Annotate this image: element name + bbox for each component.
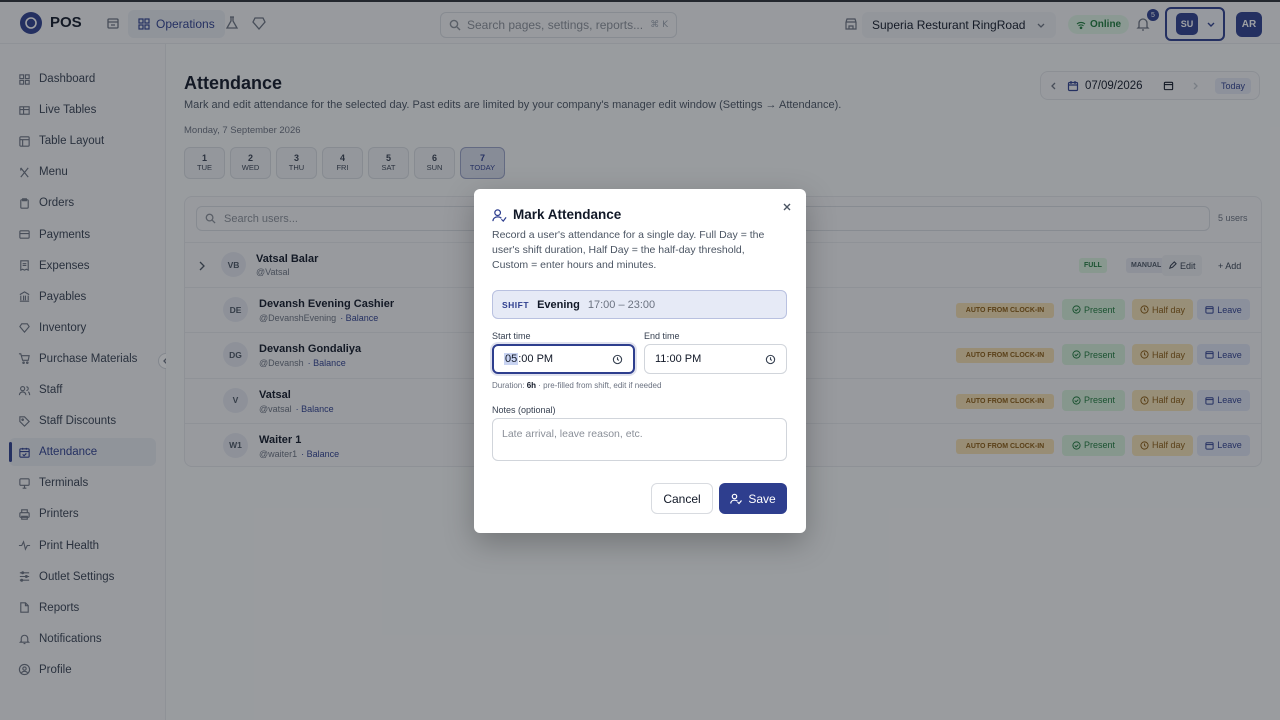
cancel-button[interactable]: Cancel [651, 483, 713, 514]
duration-value: 6h [526, 381, 537, 390]
start-time-hour[interactable]: 05 [504, 353, 519, 365]
start-time-input[interactable]: 05:00 PM [492, 344, 635, 374]
dialog-title: Mark Attendance [513, 207, 622, 222]
dialog-description: Record a user's attendance for a single … [492, 229, 765, 271]
shift-info: SHIFT Evening 17:00 – 23:00 [492, 290, 787, 319]
start-time-rest[interactable]: :00 PM [518, 353, 553, 365]
user-check-icon [730, 493, 743, 504]
clock-icon[interactable] [612, 354, 623, 365]
start-time-label: Start time [492, 331, 531, 341]
duration-suffix: · pre-filled from shift, edit if needed [538, 381, 662, 390]
notes-textarea[interactable]: Late arrival, leave reason, etc. [492, 418, 787, 461]
shift-name: Evening [537, 298, 580, 311]
mark-attendance-dialog: Mark Attendance Record a user's attendan… [474, 189, 806, 533]
save-label: Save [748, 491, 776, 506]
end-time-label: End time [644, 331, 680, 341]
end-time-value[interactable]: 11:00 PM [655, 353, 701, 365]
duration-hint: Duration: 6h · pre-filled from shift, ed… [492, 381, 661, 390]
notes-label: Notes (optional) [492, 405, 556, 415]
duration-prefix: Duration: [492, 381, 525, 390]
shift-time: 17:00 – 23:00 [587, 298, 656, 311]
end-time-input[interactable]: 11:00 PM [644, 344, 787, 374]
notes-placeholder: Late arrival, leave reason, etc. [502, 428, 643, 440]
user-check-icon [492, 208, 507, 223]
save-button[interactable]: Save [719, 483, 787, 514]
shift-tag: SHIFT [502, 299, 530, 310]
clock-icon[interactable] [765, 354, 776, 365]
close-icon[interactable] [781, 201, 793, 213]
